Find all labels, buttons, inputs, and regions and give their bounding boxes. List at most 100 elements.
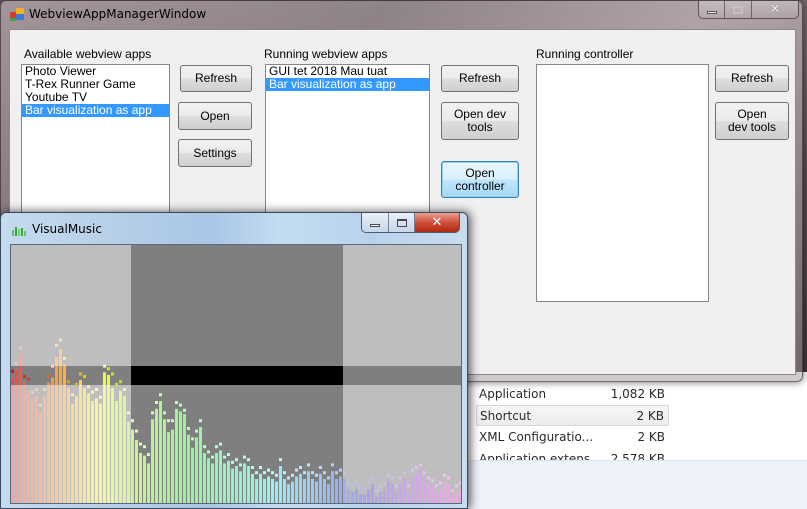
background-file-explorer: Application 1,082 KB Shortcut 2 KB XML C… xyxy=(466,372,807,509)
spectrum-bar xyxy=(439,489,442,503)
spectrum-peak-cap xyxy=(191,437,194,441)
spectrum-bar-band-segment xyxy=(19,366,22,385)
file-row[interactable]: Application extens... 2,578 KB xyxy=(476,448,669,461)
spectrum-peak-cap xyxy=(307,463,310,467)
spectrum-bar xyxy=(99,403,102,503)
maximize-button[interactable] xyxy=(725,1,752,18)
spectrum-bar xyxy=(95,398,98,503)
spectrum-bar xyxy=(199,427,202,503)
spectrum-bar xyxy=(51,377,54,503)
spectrum-peak-cap xyxy=(35,388,38,391)
spectrum-bar xyxy=(87,393,90,503)
spectrum-peak-cap xyxy=(443,473,446,477)
spectrum-bar xyxy=(223,463,226,503)
spectrum-bar xyxy=(367,489,370,503)
spectrum-peak-cap xyxy=(243,455,246,459)
spectrum-peak-cap xyxy=(363,486,366,490)
spectrum-bar xyxy=(187,434,190,503)
controller-dev-tools-button[interactable]: Open dev tools xyxy=(715,102,789,140)
list-item-selected[interactable]: Bar visualization as app xyxy=(22,104,169,117)
file-size: 1,082 KB xyxy=(610,386,665,401)
open-button[interactable]: Open xyxy=(178,102,252,130)
spectrum-bar xyxy=(75,395,78,503)
spectrum-bar xyxy=(211,463,214,503)
file-row[interactable]: Application 1,082 KB xyxy=(476,383,669,404)
running-apps-list[interactable]: GUI tet 2018 Mau tuat Bar visualization … xyxy=(265,64,430,219)
file-row[interactable]: Shortcut 2 KB xyxy=(476,405,669,426)
spectrum-peak-cap xyxy=(367,481,370,485)
spectrum-peak-cap xyxy=(203,445,206,449)
spectrum-peak-cap xyxy=(351,484,354,488)
controller-refresh-button[interactable]: Refresh xyxy=(715,65,789,92)
spectrum-peak-cap xyxy=(219,442,222,446)
spectrum-bar xyxy=(191,447,194,503)
spectrum-bar-band-segment xyxy=(23,382,26,385)
spectrum-peak-cap xyxy=(51,364,54,368)
spectrum-peak-cap xyxy=(227,453,230,456)
available-apps-list[interactable]: Photo Viewer T-Rex Runner Game Youtube T… xyxy=(21,64,170,219)
spectrum-peak-cap xyxy=(311,471,314,475)
spectrum-peak-cap xyxy=(111,372,114,376)
spectrum-bar xyxy=(347,489,350,503)
file-type: Application extens... xyxy=(479,451,602,461)
spectrum-bar xyxy=(27,390,30,503)
spectrum-peak-cap xyxy=(263,471,266,475)
spectrum-peak-cap xyxy=(175,401,178,404)
spectrum-bar xyxy=(11,377,14,503)
spectrum-bar xyxy=(163,419,166,503)
settings-button[interactable]: Settings xyxy=(178,139,252,167)
spectrum-bar xyxy=(323,479,326,503)
open-controller-button[interactable]: Open controller xyxy=(441,161,519,198)
running-controller-list[interactable] xyxy=(536,64,709,302)
spectrum-bar xyxy=(103,372,106,503)
spectrum-peak-cap xyxy=(383,481,386,485)
spectrum-bar xyxy=(315,481,318,503)
spectrum-peak-cap xyxy=(291,473,294,477)
running-dev-tools-button[interactable]: Open dev tools xyxy=(441,102,519,140)
spectrum-bar xyxy=(139,453,142,503)
running-refresh-button[interactable]: Refresh xyxy=(441,65,519,92)
spectrum-peak-cap xyxy=(127,411,130,415)
spectrum-bar xyxy=(423,479,426,503)
spectrum-bar xyxy=(363,494,366,503)
file-type: Shortcut xyxy=(480,408,532,423)
spectrum-peak-cap xyxy=(91,390,94,394)
spectrum-bar xyxy=(171,429,174,503)
spectrum-bar xyxy=(39,411,42,503)
file-type: XML Configuratio... xyxy=(479,429,594,444)
spectrum-peak-cap xyxy=(459,481,461,485)
spectrum-bar xyxy=(159,401,162,503)
spectrum-peak-cap xyxy=(119,380,122,384)
spectrum-peak-cap xyxy=(27,377,30,381)
minimize-button[interactable] xyxy=(699,1,725,18)
spectrum-bar xyxy=(451,497,454,503)
spectrum-peak-cap xyxy=(375,489,378,493)
spectrum-peak-cap xyxy=(327,476,330,480)
spectrum-bar xyxy=(147,463,150,503)
file-row[interactable]: XML Configuratio... 2 KB xyxy=(476,426,669,447)
file-list: Application 1,082 KB Shortcut 2 KB XML C… xyxy=(466,372,807,460)
minimize-button[interactable] xyxy=(362,213,389,232)
close-button[interactable]: ✕ xyxy=(415,213,459,232)
spectrum-peak-cap xyxy=(435,484,438,488)
spectrum-bar xyxy=(43,395,46,503)
spectrum-bar xyxy=(411,476,414,503)
spectrum-bar xyxy=(459,489,461,503)
close-button[interactable]: ✕ xyxy=(752,1,798,18)
visualizer-canvas[interactable] xyxy=(10,244,462,504)
spectrum-peak-cap xyxy=(411,468,414,472)
spectrum-bar xyxy=(431,486,434,503)
spectrum-bar xyxy=(107,375,110,503)
minimize-icon xyxy=(370,224,380,227)
spectrum-bar xyxy=(71,403,74,503)
spectrum-peak-cap xyxy=(395,484,398,488)
spectrum-bar xyxy=(195,437,198,503)
available-refresh-button[interactable]: Refresh xyxy=(180,65,252,92)
maximize-button[interactable] xyxy=(389,213,415,232)
list-item-selected[interactable]: Bar visualization as app xyxy=(266,78,429,91)
spectrum-bar xyxy=(263,479,266,503)
spectrum-peak-cap xyxy=(103,364,106,368)
spectrum-bar xyxy=(227,460,230,503)
title-bar[interactable]: WebviewAppManagerWindow ✕ xyxy=(1,1,802,29)
spectrum-peak-cap xyxy=(251,466,254,469)
